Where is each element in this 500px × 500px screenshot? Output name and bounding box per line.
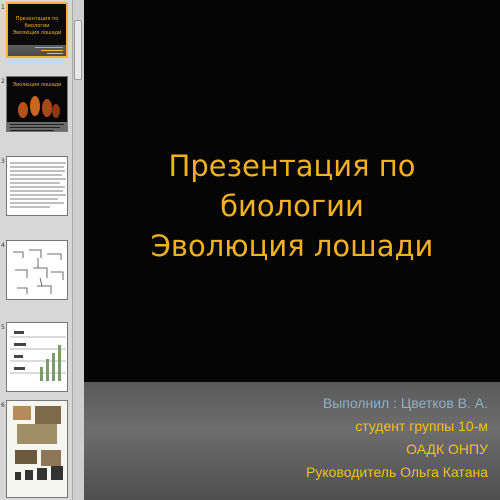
thumbnail-title: Эволюция лошади xyxy=(12,82,62,88)
slide-thumbnail-5[interactable] xyxy=(6,322,68,392)
thumbnail-text-line xyxy=(33,56,63,57)
text-lines-graphic xyxy=(10,162,66,208)
presentation-editor: 1 Презентация по биологии Эволюция лошад… xyxy=(0,0,500,500)
scrollbar-thumb[interactable] xyxy=(74,20,82,80)
evolution-table-graphic xyxy=(10,331,66,381)
horse-image xyxy=(18,96,60,118)
thumbnail-title-line: Презентация по биологии xyxy=(15,16,59,29)
thumbnail-text-line xyxy=(10,130,54,131)
supervisor-line: Руководитель Ольга Катана xyxy=(306,464,488,480)
slide-thumbnail-2[interactable]: Эволюция лошади xyxy=(6,76,68,132)
slide-thumbnails-panel: 1 Презентация по биологии Эволюция лошад… xyxy=(0,0,84,500)
slide-subtitle[interactable]: Выполнил : Цветков В. А. студент группы … xyxy=(306,392,488,484)
institution-line: ОАДК ОНПУ xyxy=(406,441,488,457)
horse-illustrations xyxy=(13,406,63,480)
thumbnail-number: 1 xyxy=(1,4,5,11)
thumbnail-number: 5 xyxy=(1,324,5,331)
title-line-1: Презентация по биологии xyxy=(168,149,416,223)
thumbnail-number: 3 xyxy=(1,158,5,165)
slide-thumbnail-3[interactable] xyxy=(6,156,68,216)
thumbnail-text-line xyxy=(41,50,63,51)
thumbnail-text-line xyxy=(10,124,64,125)
thumbnail-footer-band xyxy=(7,122,67,131)
thumbnail-text-line xyxy=(35,47,63,48)
slide-thumbnail-1[interactable]: Презентация по биологии Эволюция лошади xyxy=(6,2,68,58)
author-line: Выполнил : Цветков В. А. xyxy=(322,395,488,411)
thumbnail-text-line xyxy=(47,53,63,54)
slide-title[interactable]: Презентация по биологии Эволюция лошади xyxy=(94,146,490,266)
thumbnail-title-line: Эволюция лошади xyxy=(12,30,62,36)
thumbnail-text-line xyxy=(10,127,60,128)
evolution-diagram xyxy=(13,249,64,294)
group-line: студент группы 10-м xyxy=(355,418,488,434)
current-slide[interactable]: Презентация по биологии Эволюция лошади … xyxy=(84,0,500,500)
slide-thumbnail-6[interactable] xyxy=(6,400,68,498)
thumbnail-title: Презентация по биологии Эволюция лошади xyxy=(8,16,66,37)
thumbnail-number: 4 xyxy=(1,242,5,249)
thumbnail-number: 2 xyxy=(1,78,5,85)
thumbnail-footer-band xyxy=(8,45,66,57)
slide-thumbnail-4[interactable] xyxy=(6,240,68,300)
thumbnail-number: 6 xyxy=(1,402,5,409)
title-line-2: Эволюция лошади xyxy=(150,229,434,263)
